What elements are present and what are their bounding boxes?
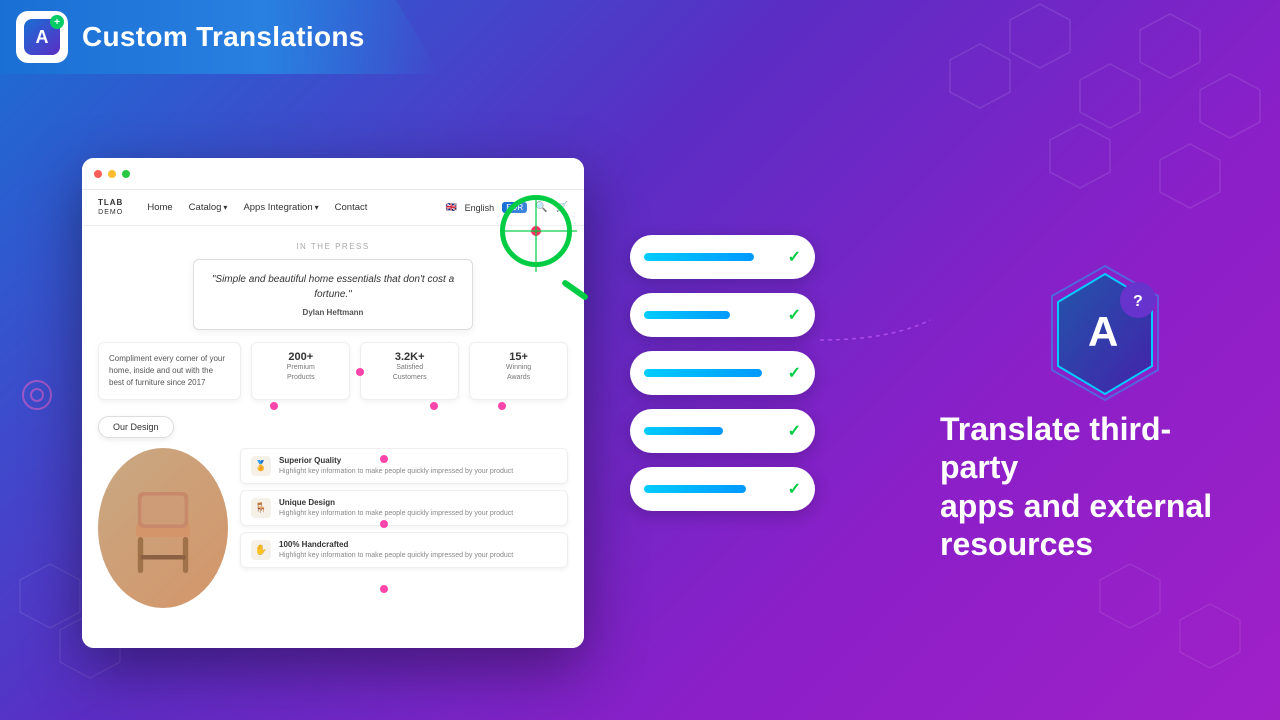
app-icon-hexagon: A ? [1030,258,1180,408]
connector-dot-3 [430,402,438,410]
features-list: 🏅 Superior Quality Highlight key informa… [240,448,568,648]
feature-handcrafted: ✋ 100% Handcrafted Highlight key informa… [240,532,568,568]
main-text-heading: Translate third-party apps and external … [940,410,1220,564]
trans-fill-5 [644,485,746,493]
trans-fill-3 [644,369,762,377]
app-logo: A + [16,11,68,63]
trans-bar-3: ✓ [630,351,815,395]
design-icon: 🪑 [251,498,271,518]
stats-row: Compliment every corner of your home, in… [98,342,568,400]
lang-flag: 🇬🇧 [445,202,456,213]
nav-catalog[interactable]: Catalog ▾ [189,202,228,213]
svg-text:?: ? [1133,293,1143,310]
svg-text:A: A [1088,308,1118,355]
hex-icon-svg: A ? [1030,258,1180,408]
quote-box: "Simple and beautiful home essentials th… [193,259,473,330]
trans-check-4: ✓ [788,421,801,441]
quote-author: Dylan Heftmann [210,308,456,317]
nav-apps[interactable]: Apps Integration ▾ [243,202,318,213]
quality-icon: 🏅 [251,456,271,476]
trans-fill-1 [644,253,754,261]
browser-dot-green [122,170,130,178]
stat-customers: 3.2K+ SatisfiedCustomers [360,342,459,400]
trans-fill-2 [644,311,730,319]
trans-bar-2: ✓ [630,293,815,337]
feature-quality: 🏅 Superior Quality Highlight key informa… [240,448,568,484]
app-header: A + Custom Translations [0,0,440,74]
design-content: 🏅 Superior Quality Highlight key informa… [98,448,568,648]
magnifier-glass [500,195,580,275]
feature-quality-text: Superior Quality Highlight key informati… [279,456,513,476]
trans-check-1: ✓ [788,247,801,267]
feature-handcrafted-text: 100% Handcrafted Highlight key informati… [279,540,513,560]
quote-text: "Simple and beautiful home essentials th… [210,272,456,302]
chair-svg [118,473,208,583]
nav-contact[interactable]: Contact [335,202,368,213]
browser-topbar [82,158,584,190]
magnifier-circle [500,195,572,267]
magnifier [500,195,590,285]
trans-check-2: ✓ [788,305,801,325]
design-section: Our Design [98,416,568,648]
handcrafted-icon: ✋ [251,540,271,560]
stat-awards: 15+ WinningAwards [469,342,568,400]
trans-fill-4 [644,427,723,435]
translation-bars-container: ✓ ✓ ✓ ✓ ✓ [630,235,815,511]
connector-dot-7 [380,585,388,593]
site-logo: TLABDEMO [98,199,123,217]
main-cta-text: Translate third-party apps and external … [940,410,1220,564]
logo-plus-icon: + [50,15,64,29]
connector-dot-6 [380,520,388,528]
trans-check-3: ✓ [788,363,801,383]
trans-bar-1: ✓ [630,235,815,279]
connector-dot-5 [380,455,388,463]
press-label: IN THE PRESS [98,242,568,251]
browser-dot-red [94,170,102,178]
our-design-label: Our Design [98,416,174,438]
nav-home[interactable]: Home [147,202,172,213]
app-title: Custom Translations [82,21,365,53]
feature-design: 🪑 Unique Design Highlight key informatio… [240,490,568,526]
company-description: Compliment every corner of your home, in… [98,342,241,400]
connector-dot-2 [270,402,278,410]
connector-dot-1 [356,368,364,376]
connector-svg [820,280,960,400]
trans-bar-5: ✓ [630,467,815,511]
chair-image [98,448,228,608]
trans-bar-4: ✓ [630,409,815,453]
connector-dot-4 [498,402,506,410]
browser-dot-yellow [108,170,116,178]
trans-check-5: ✓ [788,479,801,499]
stat-products: 200+ PremiumProducts [251,342,350,400]
browser-content: IN THE PRESS "Simple and beautiful home … [82,226,584,648]
lang-label: English [465,203,495,213]
feature-design-text: Unique Design Highlight key information … [279,498,513,518]
